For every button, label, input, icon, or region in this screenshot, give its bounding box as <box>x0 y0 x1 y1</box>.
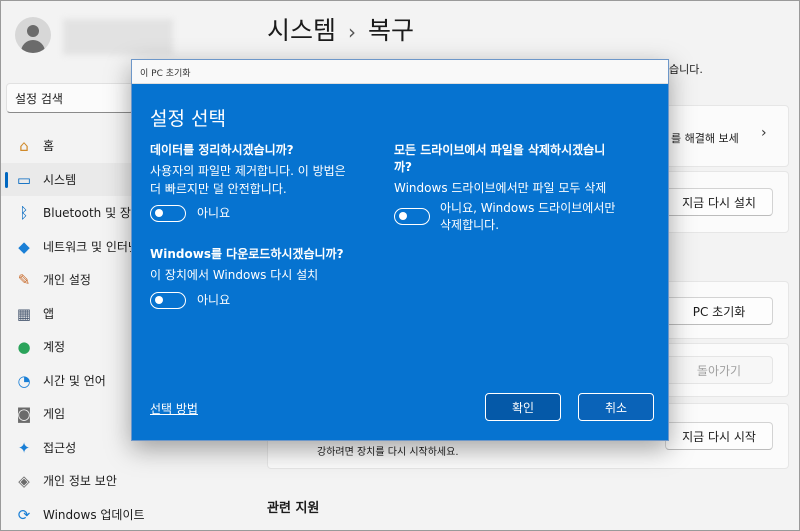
sidebar-item-label: 홈 <box>43 139 55 154</box>
sidebar-item-label: Windows 업데이트 <box>43 507 145 522</box>
breadcrumb-parent[interactable]: 시스템 <box>267 16 336 45</box>
sidebar-item-label: 계정 <box>43 340 66 355</box>
clean-data-toggle[interactable] <box>150 205 186 222</box>
sidebar-item-label: 게임 <box>43 407 66 422</box>
delete-drives-question-line1: 모든 드라이브에서 파일을 삭제하시겠습니 <box>394 143 606 157</box>
gamepad-icon: ◙ <box>16 405 32 423</box>
delete-drives-toggle-label-line2: 삭제합니다. <box>440 218 500 232</box>
reinstall-now-button[interactable]: 지금 다시 설치 <box>665 188 773 216</box>
clean-data-description-line1: 사용자의 파일만 제거합니다. 이 방법은 <box>150 164 346 178</box>
accessibility-icon: ✦ <box>17 438 31 457</box>
update-icon: ⟳ <box>17 505 31 524</box>
breadcrumb: 시스템 › 복구 <box>267 11 414 47</box>
choose-help-link[interactable]: 선택 방법 <box>150 400 198 417</box>
reset-pc-button[interactable]: PC 초기화 <box>665 297 773 325</box>
sidebar-nav: ⌂ 홈 ▭ 시스템 ᛒ Bluetooth 및 장치 ◆ 네트워크 및 인터넷 ✎ 개인 설정 ▦ 앱… <box>1 129 145 531</box>
wifi-icon: ◆ <box>18 237 30 256</box>
chevron-right-icon: › <box>761 125 767 141</box>
restart-now-button[interactable]: 지금 다시 시작 <box>665 422 773 450</box>
reset-pc-dialog: 이 PC 초기화 설정 선택 데이터를 정리하시겠습니까? 사용자의 파일만 제… <box>131 59 669 441</box>
sidebar-item[interactable]: ◙ 게임 <box>1 397 141 431</box>
go-back-button[interactable]: 돌아가기 <box>665 356 773 384</box>
sidebar-item[interactable]: ⌂ 홈 <box>1 129 141 163</box>
clean-data-toggle-label: 아니요 <box>197 206 231 220</box>
sidebar-item-label: 시간 및 언어 <box>43 373 106 388</box>
sidebar-item-label: 앱 <box>43 306 55 321</box>
clean-data-question: 데이터를 정리하시겠습니까? <box>150 143 294 157</box>
sidebar-item[interactable]: ◈ 개인 정보 보안 <box>1 464 141 498</box>
confirm-button[interactable]: 확인 <box>485 393 561 421</box>
cancel-button[interactable]: 취소 <box>578 393 654 421</box>
sidebar-item-label: 접근성 <box>43 440 77 455</box>
clean-data-description-line2: 더 빠르지만 덜 안전합니다. <box>150 182 287 196</box>
sidebar-item-label: 개인 정보 보안 <box>43 474 117 489</box>
download-windows-toggle-label: 아니요 <box>197 293 231 307</box>
bluetooth-icon: ᛒ <box>19 204 29 222</box>
advanced-startup-text: 강하려면 장치를 다시 시작하세요. <box>317 447 459 458</box>
sidebar-item-label: Bluetooth 및 장치 <box>43 206 143 221</box>
sidebar-item-label: 개인 설정 <box>43 273 91 288</box>
download-windows-question: Windows를 다운로드하시겠습니까? <box>150 247 344 261</box>
download-windows-description: 이 장치에서 Windows 다시 설치 <box>150 268 319 282</box>
sidebar-item[interactable]: ✎ 개인 설정 <box>1 263 141 297</box>
brush-icon: ✎ <box>17 271 31 289</box>
account-icon: ● <box>17 338 31 356</box>
sidebar-item[interactable]: ▦ 앱 <box>1 297 141 331</box>
delete-drives-question-line2: 까? <box>394 160 413 174</box>
globe-clock-icon: ◔ <box>17 371 31 390</box>
delete-drives-description: Windows 드라이브에서만 파일 모두 삭제 <box>394 181 607 195</box>
sidebar-item[interactable]: ◔ 시간 및 언어 <box>1 364 141 398</box>
sidebar-item[interactable]: ◆ 네트워크 및 인터넷 <box>1 230 141 264</box>
troubleshoot-text: 를 해결해 보세 <box>671 132 739 145</box>
recovery-description-text: 습니다. <box>669 63 703 76</box>
user-name-blurred <box>63 19 173 55</box>
user-avatar[interactable] <box>15 17 51 53</box>
sidebar-item[interactable]: ✦ 접근성 <box>1 431 141 465</box>
sidebar-item[interactable]: ⟳ Windows 업데이트 <box>1 498 145 531</box>
settings-search-input[interactable] <box>6 83 134 113</box>
home-icon: ⌂ <box>19 137 29 155</box>
related-support-heading: 관련 지원 <box>267 501 320 516</box>
apps-icon: ▦ <box>16 304 32 323</box>
delete-drives-toggle-label-line1: 아니요, Windows 드라이브에서만 <box>440 201 616 215</box>
dialog-heading: 설정 선택 <box>150 108 226 130</box>
sidebar-item[interactable]: ▭ 시스템 <box>1 162 141 196</box>
download-windows-toggle[interactable] <box>150 292 186 309</box>
delete-drives-toggle[interactable] <box>394 208 430 225</box>
sidebar-item-label: 네트워크 및 인터넷 <box>43 239 139 254</box>
settings-window: ⌂홈▭시스템ᛒBluetooth 및 장치◆네트워크 및 인터넷✎개인 설정▦앱… <box>0 0 800 531</box>
sidebar-item-label: 시스템 <box>43 172 77 187</box>
monitor-icon: ▭ <box>16 170 32 189</box>
chevron-right-icon: › <box>348 20 357 44</box>
dialog-title: 이 PC 초기화 <box>132 60 668 84</box>
page-title: 복구 <box>368 16 415 45</box>
sidebar-item[interactable]: ᛒ Bluetooth 및 장치 <box>1 196 143 230</box>
sidebar-item[interactable]: ● 계정 <box>1 330 141 364</box>
shield-icon: ◈ <box>18 472 30 490</box>
